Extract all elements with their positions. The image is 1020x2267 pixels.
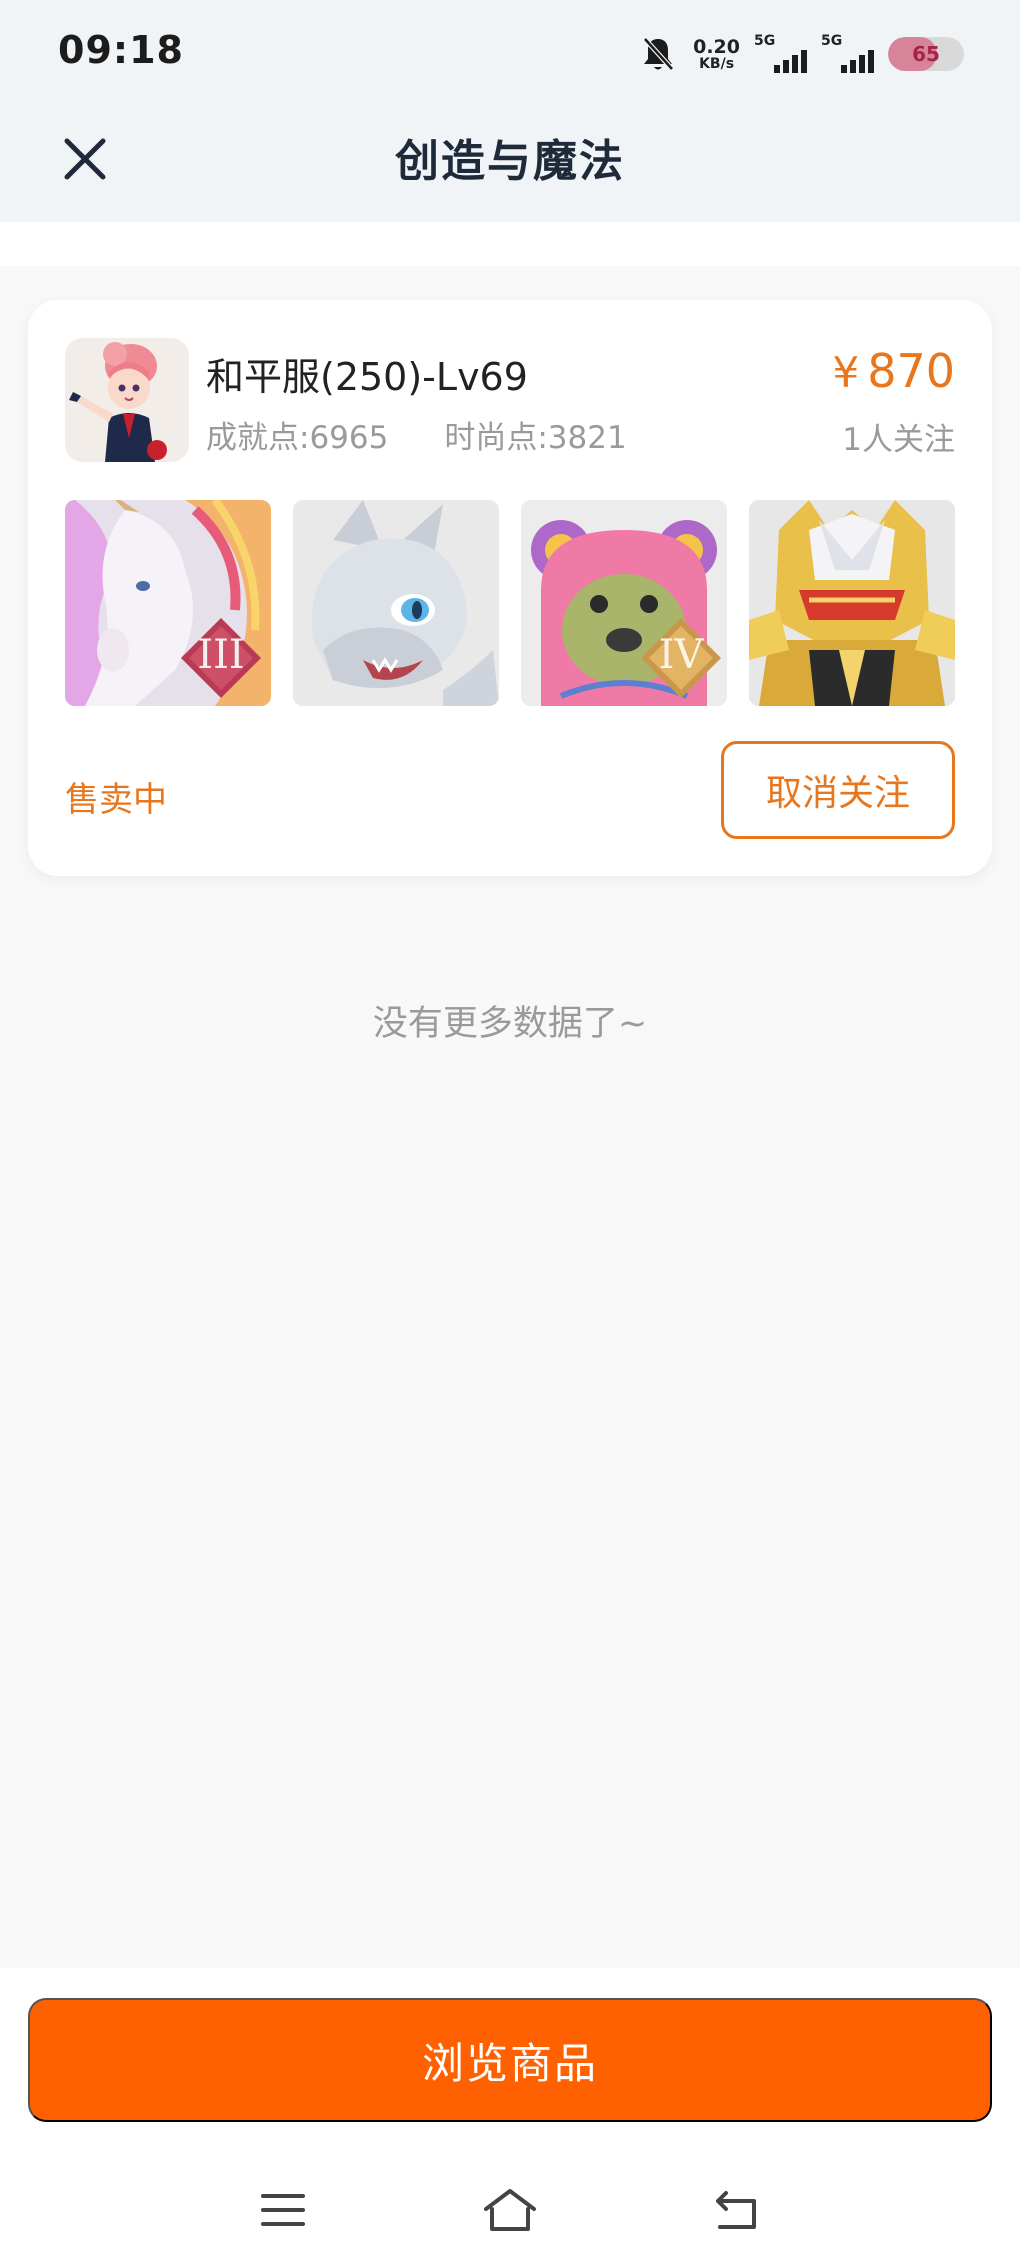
page: 09:18 0.20 KB/s 5G 5G 65 创造与魔法 和平服(250)-… (0, 0, 1020, 2267)
menu-icon (261, 2194, 305, 2226)
home-button[interactable] (475, 2180, 545, 2240)
fashion-points: 时尚点:3821 (444, 420, 627, 456)
sim1-label: 5G (754, 33, 776, 49)
menu-button[interactable] (248, 2180, 318, 2240)
listing-title: 和平服(250)-Lv69 (206, 355, 528, 399)
status-icons: 0.20 KB/s 5G 5G 65 (641, 33, 964, 74)
thumbnail-golden-armor[interactable] (749, 500, 955, 706)
signal-sim1-icon: 5G (754, 33, 807, 73)
network-speed: 0.20 KB/s (693, 35, 740, 72)
bell-muted-icon (643, 37, 674, 71)
listing-price: ¥ 870 (832, 344, 955, 398)
signal-sim2-icon: 5G (821, 33, 874, 73)
nav-header: 创造与魔法 (0, 110, 1020, 222)
unfollow-button[interactable]: 取消关注 (721, 741, 955, 839)
price-value: 870 (867, 344, 955, 398)
listing-stats: 成就点:6965 时尚点:3821 (206, 412, 627, 457)
rank-badge: IV (658, 632, 704, 678)
thumbnail-unicorn[interactable]: III (65, 500, 271, 706)
close-button[interactable] (60, 124, 110, 194)
status-bar: 09:18 0.20 KB/s 5G 5G 65 (0, 0, 1020, 110)
sim2-label: 5G (821, 33, 843, 49)
system-nav-bar (0, 2170, 1020, 2250)
battery-icon: 65 (888, 37, 964, 71)
follower-count: 1人关注 (842, 422, 955, 458)
header-strip (0, 222, 1020, 266)
currency-symbol: ¥ (832, 348, 860, 397)
network-speed-value: 0.20 (693, 35, 740, 58)
home-icon (484, 2189, 536, 2231)
battery-level: 65 (912, 42, 940, 66)
network-speed-unit: KB/s (699, 55, 735, 72)
listing-card[interactable]: 和平服(250)-Lv69 成就点:6965 时尚点:3821 ¥ 870 1人… (28, 300, 992, 876)
thumbnail-row: III IV (65, 500, 955, 706)
list-end-text: 没有更多数据了~ (372, 1004, 648, 1044)
thumbnail-pink-bear[interactable]: IV (521, 500, 727, 706)
character-avatar (65, 338, 189, 462)
browse-products-button[interactable]: 浏览商品 (28, 1998, 992, 2122)
status-time: 09:18 (58, 28, 184, 72)
back-icon (716, 2191, 756, 2229)
rank-badge: III (197, 632, 245, 678)
thumbnail-white-dragon[interactable] (293, 500, 499, 706)
achievement-points: 成就点:6965 (206, 420, 389, 456)
sale-status: 售卖中 (65, 780, 167, 820)
back-button[interactable] (702, 2180, 772, 2240)
page-title: 创造与魔法 (395, 136, 625, 187)
close-icon (64, 138, 106, 180)
